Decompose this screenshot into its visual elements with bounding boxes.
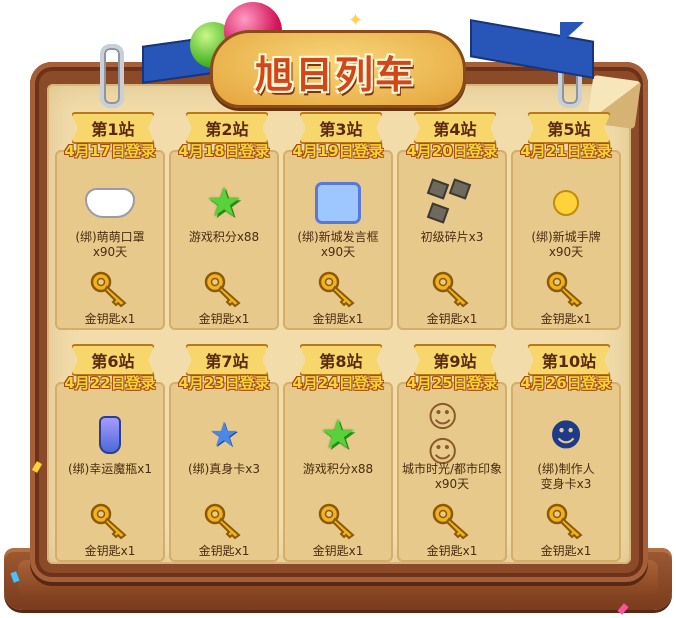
login-date: 4月22日登录 (64, 374, 156, 392)
key-reward-label: 金钥匙x1 (312, 544, 364, 558)
green-star-icon: ★ (320, 412, 356, 458)
key-reward-label: 金钥匙x1 (540, 312, 592, 326)
login-date: 4月24日登录 (292, 374, 384, 392)
hand-sign-icon (541, 180, 591, 226)
item-reward-label: 游戏积分x88 (302, 462, 374, 476)
station-row: 第6站 4月22日登录 (绑)幸运魔瓶x1 金钥匙x1 第7站 4月23日登录 ★ (绑)真身… (55, 342, 623, 562)
stone-shards-icon (426, 178, 477, 226)
station-card[interactable]: 第10站 4月26日登录 ☻ (绑)制作人 变身卡x3 金钥匙x1 (511, 342, 621, 562)
login-date: 4月21日登录 (520, 142, 612, 160)
item-reward-label: 城市时光/都市印象 x90天 (401, 462, 503, 491)
producer-avatar-icon: ☻ (549, 416, 583, 454)
station-number: 第1站 (91, 120, 135, 139)
station-card[interactable]: 第2站 4月18日登录 ★ 游戏积分x88 金钥匙x1 (169, 110, 279, 330)
gold-key-icon (203, 502, 245, 540)
key-reward-label: 金钥匙x1 (84, 544, 136, 558)
sparkle-icon: ✦ (348, 10, 364, 31)
chat-frame-icon (313, 180, 363, 226)
key-reward-label: 金钥匙x1 (540, 544, 592, 558)
station-card[interactable]: 第4站 4月20日登录初级碎片x3 金钥匙x1 (397, 110, 507, 330)
magic-bottle-icon (85, 412, 135, 458)
station-number: 第8站 (319, 352, 363, 371)
gold-key-icon (203, 270, 245, 308)
station-card[interactable]: 第7站 4月23日登录 ★ (绑)真身卡x3 金钥匙x1 (169, 342, 279, 562)
station-number: 第6站 (91, 352, 135, 371)
item-reward-label: 游戏积分x88 (188, 230, 260, 244)
event-title: 旭日列车 (254, 53, 415, 97)
gold-key-icon (545, 502, 587, 540)
event-panel: ✦ 旭日列车 第1站 4月17日登录 (绑)萌萌口罩 x90天金钥匙x1 第2站 4月1… (0, 0, 676, 618)
binder-ring-left (100, 44, 124, 108)
key-reward-label: 金钥匙x1 (312, 312, 364, 326)
item-reward-label: (绑)真身卡x3 (187, 462, 261, 476)
login-date: 4月20日登录 (406, 142, 498, 160)
gold-key-icon (89, 502, 131, 540)
station-card[interactable]: 第1站 4月17日登录 (绑)萌萌口罩 x90天金钥匙x1 (55, 110, 165, 330)
key-reward-label: 金钥匙x1 (198, 544, 250, 558)
item-reward-label: (绑)幸运魔瓶x1 (67, 462, 153, 476)
item-reward-label: 初级碎片x3 (420, 230, 484, 244)
gold-key-icon (317, 502, 359, 540)
login-date: 4月17日登录 (64, 142, 156, 160)
key-reward-label: 金钥匙x1 (426, 544, 478, 558)
couple-avatar-icon: ☺☺ (427, 400, 459, 470)
station-number: 第10站 (541, 352, 597, 371)
station-number: 第5站 (547, 120, 591, 139)
green-star-icon: ★ (206, 180, 242, 226)
item-reward-label: (绑)新城发言框 x90天 (297, 230, 379, 259)
station-number: 第9站 (433, 352, 477, 371)
station-card[interactable]: 第8站 4月24日登录 ★ 游戏积分x88 金钥匙x1 (283, 342, 393, 562)
item-reward-label: (绑)新城手牌 x90天 (531, 230, 601, 259)
login-date: 4月23日登录 (178, 374, 270, 392)
gold-key-icon (431, 502, 473, 540)
login-date: 4月19日登录 (292, 142, 384, 160)
key-reward-label: 金钥匙x1 (84, 312, 136, 326)
gold-key-icon (317, 270, 359, 308)
station-card[interactable]: 第3站 4月19日登录 (绑)新城发言框 x90天金钥匙x1 (283, 110, 393, 330)
station-row: 第1站 4月17日登录 (绑)萌萌口罩 x90天金钥匙x1 第2站 4月18日登录 ★ 游戏… (55, 110, 623, 330)
login-date: 4月25日登录 (406, 374, 498, 392)
station-card[interactable]: 第6站 4月22日登录 (绑)幸运魔瓶x1 金钥匙x1 (55, 342, 165, 562)
gold-key-icon (545, 270, 587, 308)
station-number: 第7站 (205, 352, 249, 371)
item-reward-label: (绑)萌萌口罩 x90天 (75, 230, 145, 259)
login-date: 4月18日登录 (178, 142, 270, 160)
mask-icon (85, 180, 135, 226)
station-number: 第4站 (433, 120, 477, 139)
station-card[interactable]: 第5站 4月21日登录 (绑)新城手牌 x90天金钥匙x1 (511, 110, 621, 330)
login-date: 4月26日登录 (520, 374, 612, 392)
station-number: 第3站 (319, 120, 363, 139)
station-number: 第2站 (205, 120, 249, 139)
item-reward-label: (绑)制作人 变身卡x3 (537, 462, 595, 491)
body-card-icon: ★ (208, 415, 240, 455)
station-card[interactable]: 第9站 4月25日登录 ☺☺ 城市时光/都市印象 x90天金钥匙x1 (397, 342, 507, 562)
key-reward-label: 金钥匙x1 (198, 312, 250, 326)
gold-key-icon (431, 270, 473, 308)
gold-key-icon (89, 270, 131, 308)
key-reward-label: 金钥匙x1 (426, 312, 478, 326)
ribbon-tail (560, 22, 584, 66)
